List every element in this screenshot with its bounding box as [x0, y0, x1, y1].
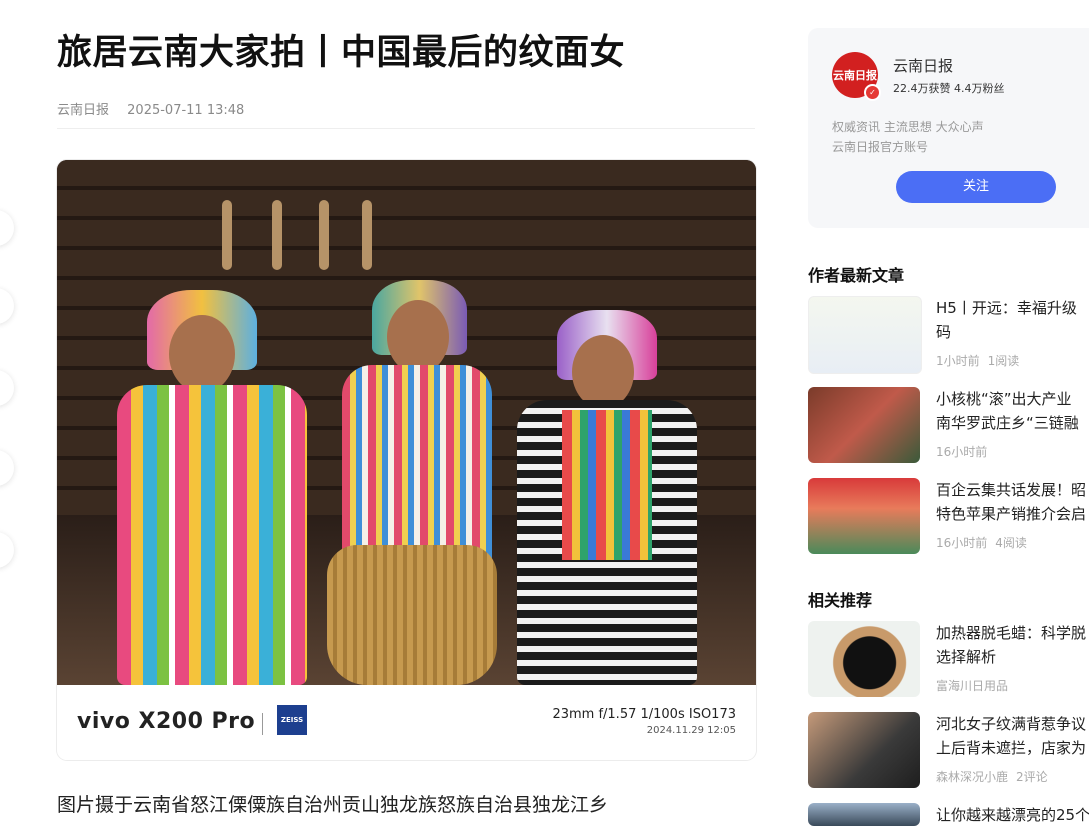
hanging-corn-decor	[319, 200, 329, 270]
related-thumb	[808, 712, 920, 788]
related-item-title: 加热器脱毛蜡：科学脱 选择解析	[936, 624, 1087, 666]
latest-item[interactable]: 百企云集共话发展！昭 特色苹果产销推介会启 16小时前 4阅读	[808, 478, 1089, 556]
author-name[interactable]: 云南日报	[893, 55, 953, 76]
photo-basket	[327, 545, 497, 685]
latest-thumb	[808, 478, 920, 554]
latest-thumb	[808, 387, 920, 463]
latest-articles-heading: 作者最新文章	[808, 266, 905, 285]
divider	[57, 128, 755, 129]
author-card: 云南日报 ✓ 云南日报 22.4万获赞 4.4万粉丝 权威资讯 主流思想 大众心…	[808, 28, 1089, 228]
photo-vest	[562, 410, 652, 560]
photo-caption: 图片摄于云南省怒江傈僳族自治州贡山独龙族怒族自治县独龙江乡	[57, 794, 609, 816]
article-photo[interactable]: vivo X200 Pro ZEISS 23mm f/1.57 1/100s I…	[57, 160, 756, 760]
related-item[interactable]: 河北女子纹满背惹争议 上后背未遮拦，店家为 森林深况小鹿 2评论	[808, 712, 1089, 790]
verified-icon: ✓	[864, 84, 881, 101]
author-stats: 22.4万获赞 4.4万粉丝	[893, 82, 1005, 95]
latest-item-meta: 1小时前 1阅读	[936, 354, 1020, 368]
latest-item-title: H5丨开远：幸福升级码	[936, 299, 1077, 341]
comment-icon[interactable]	[0, 288, 14, 324]
hanging-corn-decor	[222, 200, 232, 270]
author-desc-line: 云南日报官方账号	[832, 140, 929, 154]
related-item[interactable]: 加热器脱毛蜡：科学脱 选择解析 富海川日用品	[808, 621, 1089, 699]
favorite-icon[interactable]	[0, 370, 14, 406]
author-desc-line: 权威资讯 主流思想 大众心声	[832, 120, 984, 134]
related-thumb	[808, 803, 920, 826]
hanging-corn-decor	[362, 200, 372, 270]
zeiss-logo: ZEISS	[277, 705, 307, 735]
article-source[interactable]: 云南日报	[57, 103, 109, 118]
related-thumb	[808, 621, 920, 697]
hanging-corn-decor	[272, 200, 282, 270]
related-heading: 相关推荐	[808, 591, 873, 610]
watermark-separator	[262, 713, 263, 735]
latest-item[interactable]: H5丨开远：幸福升级码 1小时前 1阅读	[808, 296, 1089, 374]
camera-model: vivo X200 Pro	[77, 709, 256, 734]
author-description: 权威资讯 主流思想 大众心声 云南日报官方账号	[832, 117, 984, 157]
share-icon[interactable]	[0, 450, 14, 486]
related-item-meta: 富海川日用品	[936, 679, 1009, 693]
related-item-meta: 森林深况小鹿 2评论	[936, 770, 1048, 784]
latest-item-meta: 16小时前 4阅读	[936, 536, 1027, 550]
latest-item-title: 百企云集共话发展！昭 特色苹果产销推介会启	[936, 481, 1087, 523]
follow-button[interactable]: 关注	[896, 171, 1056, 203]
article-title: 旅居云南大家拍丨中国最后的纹面女	[57, 33, 626, 73]
related-item[interactable]: 让你越来越漂亮的25个	[808, 803, 1089, 826]
photo-figure-right	[517, 310, 707, 685]
photo-figure-left	[107, 290, 327, 685]
article-meta: 云南日报 2025-07-11 13:48	[57, 99, 258, 118]
latest-item-title: 小核桃“滚”出大产业 南华罗武庄乡“三链融	[936, 390, 1079, 432]
latest-item[interactable]: 小核桃“滚”出大产业 南华罗武庄乡“三链融 16小时前	[808, 387, 1089, 465]
photo-image	[57, 160, 756, 685]
like-icon[interactable]	[0, 210, 14, 246]
avatar-logo-text: 云南日报	[833, 69, 877, 82]
related-item-title: 让你越来越漂亮的25个	[936, 806, 1089, 824]
latest-thumb	[808, 296, 922, 374]
camera-params: 23mm f/1.57 1/100s ISO173	[552, 707, 736, 722]
related-item-title: 河北女子纹满背惹争议 上后背未遮拦，店家为	[936, 715, 1087, 757]
photo-date: 2024.11.29 12:05	[646, 725, 736, 736]
more-icon[interactable]	[0, 532, 14, 568]
article-datetime: 2025-07-11 13:48	[127, 103, 245, 118]
latest-item-meta: 16小时前	[936, 445, 988, 459]
camera-watermark-bar: vivo X200 Pro ZEISS 23mm f/1.57 1/100s I…	[57, 685, 756, 760]
photo-figure-center	[337, 280, 497, 580]
